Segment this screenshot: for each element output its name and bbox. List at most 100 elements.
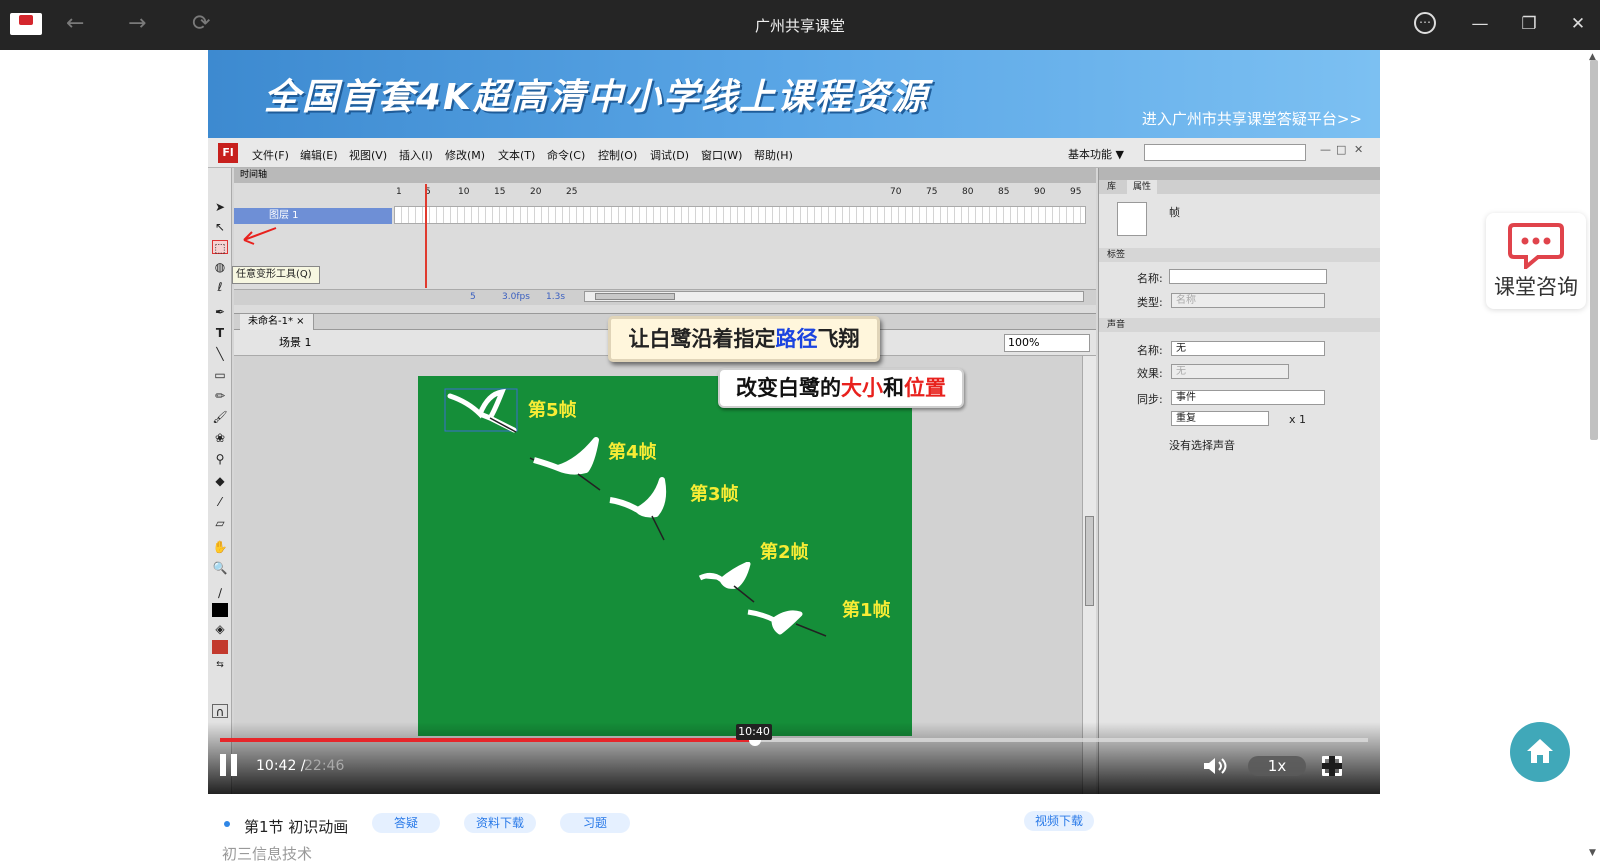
zoom-tool-icon: 🔍 [212,561,228,575]
repeat-select: 重复 [1171,411,1269,426]
ruler-tick: 70 [890,187,902,197]
sync-select: 事件 [1171,390,1325,405]
scene-label: 场景 1 [279,336,312,349]
lesson-bullet [224,821,230,827]
flash-menu-item: 命令(C) [547,149,586,162]
red-arrow-icon [243,227,277,245]
type-label: 类型: [1137,296,1163,309]
type-select: 名称 [1171,293,1325,308]
more-icon[interactable]: ⋯ [1414,12,1436,34]
exercises-button[interactable]: 习题 [560,813,630,833]
lesson-title[interactable]: 第1节 初识动画 [244,816,348,837]
ruler-tick: 20 [530,187,542,197]
lasso-tool-icon: ℓ [217,280,223,294]
frame-label-1: 第1帧 [842,600,891,621]
no-sound-text: 没有选择声音 [1169,439,1235,452]
ruler-tick: 15 [494,187,506,197]
total-time: 22:46 [304,758,345,774]
rectangle-tool-icon: ▭ [214,368,226,382]
flash-menubar: Fl 文件(F) 编辑(E) 视图(V) 插入(I) 修改(M) 文本(T) 命… [208,138,1380,168]
flash-menu-item: 修改(M) [445,149,486,162]
window-title: 广州共享课堂 [754,17,845,35]
flash-menu-item: 视图(V) [349,149,388,162]
volume-icon[interactable] [1202,756,1232,776]
name-label: 名称: [1137,272,1163,285]
egret-frame-3 [609,477,667,541]
egret-frame-4 [529,437,601,491]
layer-row: 图层 1 [234,208,392,224]
flash-search-box [1144,144,1306,161]
timeline-hscroll [584,291,1084,302]
flash-menu-item: 帮助(H) [754,149,793,162]
fill-color-icon: ◈ [215,622,225,636]
flash-close-icon: ✕ [1354,143,1364,156]
flash-menu-item: 窗口(W) [701,149,743,162]
ruler-tick: 25 [566,187,578,197]
egret-frame-5 [444,388,518,433]
home-icon [1527,739,1553,763]
selection-tool-icon: ➤ [214,200,226,214]
page-scrollbar[interactable]: ▲ ▼ [1588,50,1600,860]
qa-button[interactable]: 答疑 [372,813,440,833]
subject-label: 初三信息技术 [222,845,313,863]
sync-label: 同步: [1137,393,1163,406]
frame-thumbnail-icon [1117,202,1147,236]
timeline-tab: 时间轴 [234,168,1096,183]
sound-name-select: 无 [1171,341,1325,356]
snap-icon: ∩ [212,704,228,719]
pencil-tool-icon: ✏ [214,389,226,403]
name-field [1169,269,1327,284]
materials-download-button[interactable]: 资料下载 [464,813,536,833]
tool-tooltip: 任意变形工具(Q) [232,266,320,284]
sound-name-label: 名称: [1137,344,1163,357]
paint-bucket-icon: ◆ [215,474,225,488]
stroke-color-icon: ∕ [217,586,223,600]
properties-panel: 库 属性 帧 标签 名称: 类型: 名称 声音 名称: 无 效果: 无 同步: … [1098,168,1380,794]
text-tool-icon: T [215,326,225,340]
props-tabs: 库 属性 [1099,180,1380,194]
flash-tools-panel: ➤ ↖ ⬚ ◍ ℓ ✒ T ╲ ▭ ✏ 🖌 ❀ ⚲ ◆ ⁄ ▱ ✋ 🔍 ∕ ◈ … [208,168,232,794]
window-titlebar: ← → ⟳ 广州共享课堂 ⋯ — ❐ ✕ [0,0,1600,50]
eraser-tool-icon: ▱ [215,516,225,530]
brush-tool-icon: 🖌 [212,410,228,424]
callout-text: 飞翔 [817,327,860,351]
zoom-select: 100% [1004,334,1090,352]
3d-rotation-tool-icon: ◍ [214,260,226,274]
elapsed-time: 1.3s [546,292,566,302]
current-time-value: 10:42 [256,758,297,774]
video-player[interactable]: Fl 文件(F) 编辑(E) 视图(V) 插入(I) 修改(M) 文本(T) 命… [208,138,1380,794]
props-header [1099,168,1380,180]
callout-highlight: 大小 [841,376,883,400]
pause-icon[interactable] [220,754,238,776]
scroll-down-icon[interactable]: ▼ [1589,848,1596,858]
flash-timeline: 时间轴 1 5 10 15 20 25 70 75 80 85 90 95 图层… [234,168,1096,314]
progress-bar[interactable]: 10:40 [220,724,1368,746]
minimize-icon[interactable]: — [1465,12,1495,36]
hover-time: 10:40 [736,724,772,740]
line-tool-icon: ╲ [216,347,224,361]
repeat-count: x 1 [1289,413,1307,426]
current-time: 10:42 / [256,758,306,774]
flash-menu-item: 控制(O) [598,149,638,162]
video-download-button[interactable]: 视频下载 [1024,811,1094,831]
consult-widget[interactable]: 课堂咨询 [1486,213,1586,309]
ruler-tick: 80 [962,187,974,197]
label-section: 标签 [1099,248,1380,262]
scrollbar-thumb[interactable] [1590,60,1598,440]
qa-platform-link[interactable]: 进入广州市共享课堂答疑平台>> [1142,108,1362,129]
sound-section: 声音 [1099,318,1380,332]
frame-rate: 3.0fps [502,292,530,302]
close-icon[interactable]: ✕ [1563,12,1593,36]
callout-text: 和 [883,376,904,400]
home-button[interactable] [1510,722,1570,782]
free-transform-tool-icon: ⬚ [212,240,228,255]
flash-menu-item: 插入(I) [399,149,433,162]
fullscreen-icon[interactable] [1322,756,1342,776]
playback-speed-button[interactable]: 1x [1248,756,1306,776]
restore-icon[interactable]: ❐ [1514,12,1544,36]
ruler-tick: 1 [396,187,402,197]
hand-tool-icon: ✋ [212,540,228,554]
callout-text: 改变白鹭的 [736,376,841,400]
chat-bubble-icon [1508,223,1564,269]
banner-headline: 全国首套4K超高清中小学线上课程资源 [264,77,929,118]
